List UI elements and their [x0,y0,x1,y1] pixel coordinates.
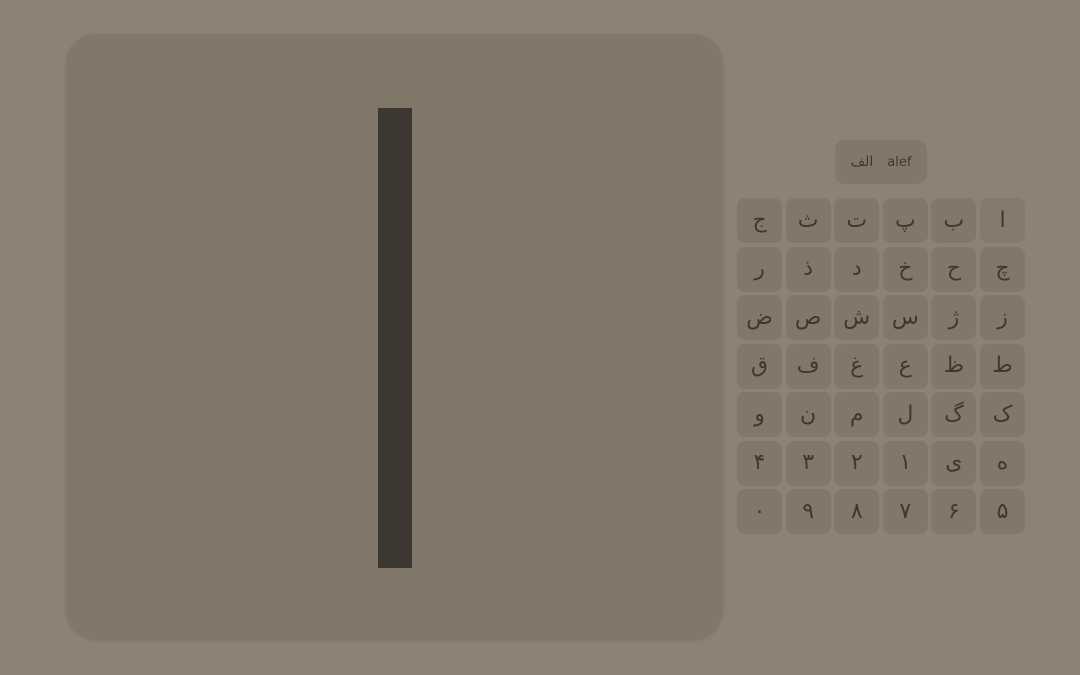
letter-key[interactable]: ا [980,198,1025,243]
letter-key[interactable]: د [834,246,880,292]
letter-key[interactable]: ت [834,198,880,243]
letter-key[interactable]: ۳ [785,440,831,486]
letter-key[interactable]: ب [931,198,977,243]
letter-key[interactable]: خ [882,246,928,292]
letter-key[interactable]: ز [980,295,1025,340]
letter-key[interactable]: چ [980,246,1025,292]
letter-key[interactable]: غ [834,343,880,389]
letter-key[interactable]: گ [931,392,977,437]
letter-key[interactable]: ق [737,343,783,389]
letter-key[interactable]: ۰ [737,489,783,534]
letter-key[interactable]: ص [785,295,831,340]
letter-key[interactable]: ۹ [785,489,831,534]
letter-key[interactable]: س [882,295,928,340]
letter-key[interactable]: ل [882,392,928,437]
letter-key[interactable]: ف [785,343,831,389]
letter-key[interactable]: ظ [931,343,977,389]
letter-key[interactable]: ۱ [882,440,928,486]
letter-key[interactable]: ر [737,246,783,292]
letter-name-badge: الف alef [835,140,927,184]
letter-key[interactable]: ج [737,198,783,243]
letter-key[interactable]: ۲ [834,440,880,486]
letter-key[interactable]: ض [737,295,783,340]
letter-key[interactable]: ۵ [980,489,1025,534]
letter-key[interactable]: ش [834,295,880,340]
letter-key[interactable]: ژ [931,295,977,340]
letter-name-latin: alef [887,154,912,170]
letter-key[interactable]: ۷ [882,489,928,534]
letter-key[interactable]: ک [980,392,1025,437]
letter-key[interactable]: ح [931,246,977,292]
letter-key[interactable]: ۴ [737,440,783,486]
letter-key[interactable]: ذ [785,246,831,292]
letter-key[interactable]: م [834,392,880,437]
drawing-canvas[interactable] [66,34,723,640]
letter-key[interactable]: ه [980,440,1025,486]
letter-key[interactable]: و [737,392,783,437]
letter-alef-stroke [378,108,412,568]
letter-name-persian: الف [850,154,874,170]
letter-key[interactable]: ۶ [931,489,977,534]
letter-key[interactable]: ث [785,198,831,243]
letter-key[interactable]: ن [785,392,831,437]
letter-keyboard: ابپتثج چحخدذر زژسشصض طظعغفق کگلمنو هی۱۲۳۴ ۵۶۷۸… [737,198,1025,534]
letter-key[interactable]: پ [882,198,928,243]
letter-key[interactable]: ع [882,343,928,389]
letter-key[interactable]: ط [980,343,1025,389]
letter-key[interactable]: ی [931,440,977,486]
letter-key[interactable]: ۸ [834,489,880,534]
